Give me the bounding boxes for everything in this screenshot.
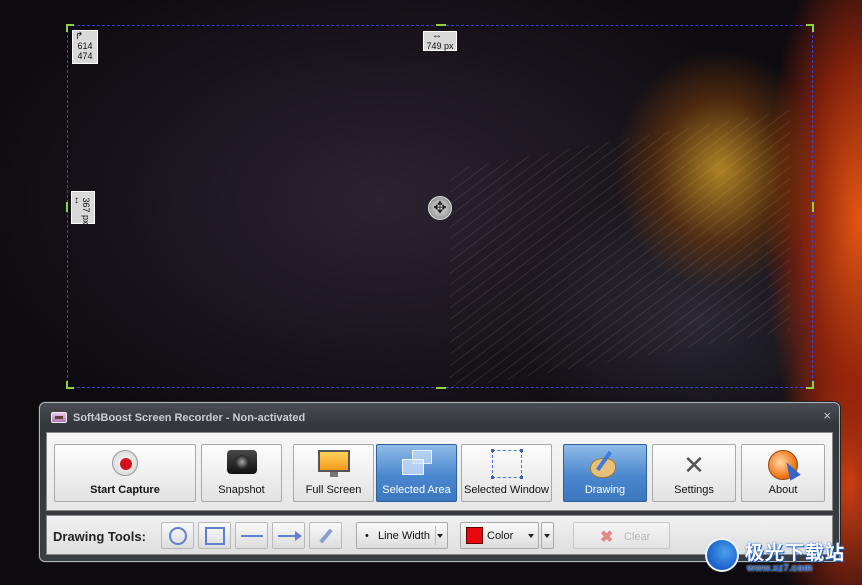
resize-arrow-icon: ↱ <box>75 31 84 42</box>
app-logo-icon <box>51 412 67 423</box>
resize-handle-top[interactable] <box>436 24 446 26</box>
about-label: About <box>768 484 798 496</box>
line-tool-button[interactable] <box>235 522 268 549</box>
resize-handle-left[interactable] <box>66 202 68 212</box>
resize-handle-right[interactable] <box>812 202 814 212</box>
pencil-tool-icon <box>318 528 333 543</box>
resize-handle-bottom-right[interactable] <box>806 381 814 389</box>
snapshot-button[interactable]: Snapshot <box>201 444 282 502</box>
selection-position-tag: ↱ 614 474 <box>72 30 98 64</box>
area-icon <box>401 450 432 478</box>
pencil-tool-button[interactable] <box>309 522 342 549</box>
resize-handle-top-right[interactable] <box>806 24 814 32</box>
window-icon <box>490 449 523 479</box>
settings-label: Settings <box>674 484 714 496</box>
chevron-down-icon <box>528 534 534 538</box>
tools-icon: ✕ <box>683 450 705 480</box>
selection-width-tag: ↔ 749 px <box>423 31 457 51</box>
drawing-tools-label: Drawing Tools: <box>53 529 146 544</box>
watermark-url: www.xz7.com <box>747 563 813 574</box>
full-screen-button[interactable]: Full Screen <box>293 444 374 502</box>
about-button[interactable]: About <box>741 444 825 502</box>
selection-height-tag: ↕ 367 px <box>71 191 95 225</box>
drawing-button[interactable]: Drawing <box>563 444 647 502</box>
selection-size-width: 614 <box>77 41 93 51</box>
monitor-icon <box>317 450 350 478</box>
record-icon <box>112 450 138 476</box>
vertical-arrow-icon: ↕ <box>74 195 79 206</box>
clear-button[interactable]: ✖ Clear <box>573 522 670 549</box>
watermark-text: 极光下载站 <box>745 542 846 564</box>
resize-handle-bottom-left[interactable] <box>66 381 74 389</box>
selected-window-button[interactable]: Selected Window <box>461 444 552 502</box>
line-width-bullet-icon: • <box>365 530 369 542</box>
capture-selection-area[interactable]: ↱ 614 474 ↔ 749 px ↕ 367 px ✥ <box>66 24 814 389</box>
snapshot-label: Snapshot <box>218 484 265 496</box>
color-swatch <box>466 527 483 544</box>
watermark-logo-icon <box>705 538 739 572</box>
color-label: Color <box>487 530 514 542</box>
clear-x-icon: ✖ <box>600 529 614 546</box>
close-icon[interactable]: × <box>823 409 831 423</box>
rectangle-tool-icon <box>204 526 225 545</box>
selected-window-label: Selected Window <box>464 484 549 496</box>
palette-icon <box>588 450 622 480</box>
selection-size-height: 474 <box>77 51 93 61</box>
arrow-tool-icon <box>277 530 302 541</box>
ellipse-tool-button[interactable] <box>161 522 194 549</box>
color-button[interactable]: Color <box>460 522 539 549</box>
move-icon[interactable]: ✥ <box>428 196 452 220</box>
arrow-tool-button[interactable] <box>272 522 305 549</box>
start-capture-label: Start Capture <box>90 484 160 496</box>
selected-area-button[interactable]: Selected Area <box>376 444 457 502</box>
watermark: 极光下载站 www.xz7.com <box>705 538 855 580</box>
settings-button[interactable]: ✕ Settings <box>652 444 736 502</box>
chevron-down-icon <box>544 534 550 538</box>
rectangle-tool-button[interactable] <box>198 522 231 549</box>
selected-area-label: Selected Area <box>382 484 451 496</box>
full-screen-label: Full Screen <box>305 484 362 496</box>
line-width-dropdown[interactable]: • Line Width <box>356 522 448 549</box>
ellipse-tool-icon <box>168 526 187 545</box>
drawing-label: Drawing <box>584 484 626 496</box>
chevron-down-icon <box>437 534 443 538</box>
main-toolbar: Start Capture Snapshot Full Screen Selec… <box>46 432 833 511</box>
horizontal-arrow-icon: ↔ <box>432 30 442 41</box>
clear-label: Clear <box>624 531 651 543</box>
camera-icon <box>226 450 257 474</box>
line-width-label: Line Width <box>378 530 430 542</box>
window-titlebar[interactable]: Soft4Boost Screen Recorder - Non-activat… <box>40 403 839 431</box>
window-title: Soft4Boost Screen Recorder - Non-activat… <box>73 412 306 424</box>
selection-width-label: 749 px <box>426 41 454 51</box>
about-icon <box>768 450 798 480</box>
line-tool-icon <box>240 534 263 537</box>
selection-height-label: 367 px <box>81 197 91 225</box>
resize-handle-bottom[interactable] <box>436 387 446 389</box>
color-dropdown-arrow[interactable] <box>541 522 554 549</box>
start-capture-button[interactable]: Start Capture <box>54 444 196 502</box>
